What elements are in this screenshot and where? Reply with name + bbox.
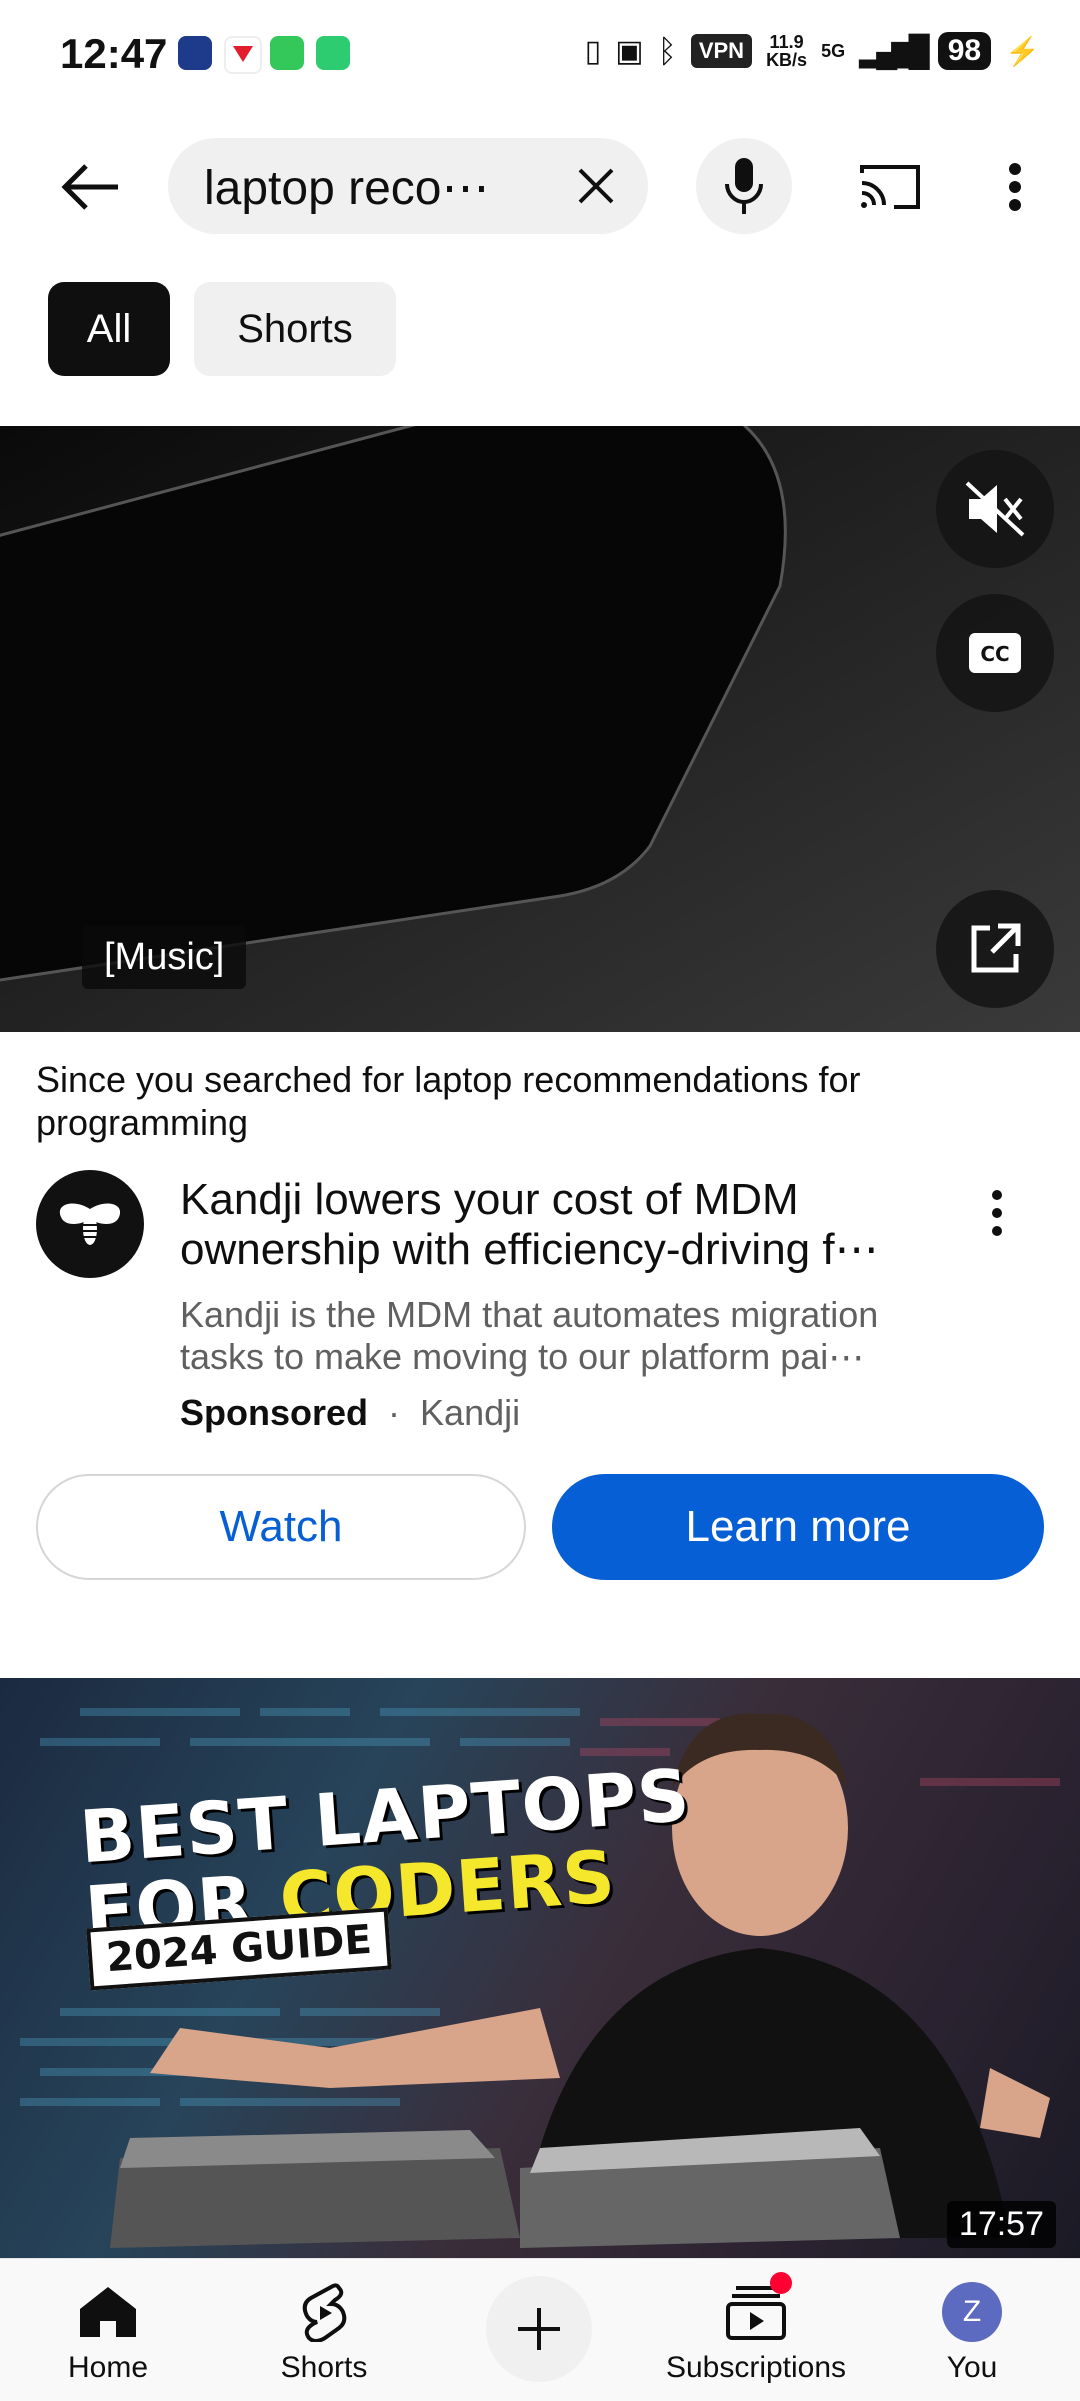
closed-captions-icon: CC	[969, 633, 1021, 673]
more-options-button[interactable]	[990, 150, 1040, 224]
cast-icon	[860, 165, 920, 209]
vibrate-icon: ▯	[584, 34, 602, 68]
voice-search-button[interactable]	[696, 138, 792, 234]
nav-home[interactable]: Home	[18, 2259, 198, 2401]
mute-button[interactable]	[936, 450, 1054, 568]
ad-description: Kandji is the MDM that automates migrati…	[180, 1294, 879, 1377]
user-avatar: Z	[942, 2282, 1002, 2342]
back-arrow-icon	[61, 164, 118, 210]
cast-button[interactable]	[850, 150, 930, 224]
nav-you-label: You	[946, 2351, 998, 2384]
watch-button[interactable]: Watch	[36, 1474, 526, 1580]
nav-subscriptions-label: Subscriptions	[665, 2351, 847, 2384]
app-notification-icon	[178, 36, 212, 70]
ad-title[interactable]: Kandji lowers your cost of MDM ownership…	[180, 1175, 940, 1275]
video-duration: 17:57	[946, 2201, 1056, 2248]
video-thumbnail[interactable]: BEST LAPTOPS FOR CODERS 2024 GUIDE 17:57	[0, 1678, 1080, 2258]
nav-shorts-label: Shorts	[280, 2351, 368, 2384]
network-speed: 11.9 KB/s	[766, 32, 808, 70]
microphone-icon	[725, 158, 763, 214]
video-caption: [Music]	[82, 926, 247, 989]
learn-more-button[interactable]: Learn more	[552, 1474, 1044, 1580]
nav-shorts[interactable]: Shorts	[234, 2259, 414, 2401]
search-reason: Since you searched for laptop recommenda…	[36, 1059, 861, 1143]
create-button[interactable]	[486, 2276, 592, 2382]
meta-separator: ·	[388, 1392, 401, 1433]
advertiser-name: Kandji	[420, 1392, 521, 1433]
search-box[interactable]: laptop reco⋯	[168, 138, 648, 234]
notification-dot	[770, 2272, 792, 2294]
battery-level: 98	[937, 32, 992, 70]
more-vert-icon	[992, 1190, 1002, 1236]
search-input[interactable]: laptop reco⋯	[204, 160, 504, 216]
advertiser-avatar[interactable]	[36, 1170, 144, 1278]
vpn-badge: VPN	[690, 34, 753, 68]
app-notification-icon	[270, 36, 304, 70]
status-icons: ▯ ▣ ᛒ VPN 11.9 KB/s 5G ▂▄▆█ 98 ⚡	[585, 32, 1040, 70]
captions-button[interactable]: CC	[936, 594, 1054, 712]
close-icon	[578, 168, 614, 204]
open-in-new-icon	[971, 923, 1021, 973]
chip-shorts[interactable]: Shorts	[194, 282, 396, 376]
nav-subscriptions[interactable]: Subscriptions	[666, 2259, 846, 2401]
nav-home-label: Home	[67, 2351, 149, 2384]
svg-text:CC: CC	[980, 642, 1009, 666]
shorts-icon	[302, 2283, 347, 2342]
ad-meta: Sponsored · Kandji	[180, 1392, 520, 1434]
sponsored-label: Sponsored	[180, 1392, 369, 1433]
nav-you[interactable]: Z You	[882, 2259, 1062, 2401]
home-icon	[80, 2287, 136, 2337]
back-button[interactable]	[50, 150, 130, 224]
ad-video-player[interactable]: CC [Music]	[0, 426, 1080, 1032]
kandji-bee-icon	[59, 1203, 121, 1245]
clear-search-button[interactable]	[568, 158, 624, 214]
app-notification-icon	[224, 36, 262, 74]
ad-more-button[interactable]	[970, 1180, 1020, 1250]
plus-icon	[518, 2308, 560, 2350]
network-type: 5G	[821, 40, 846, 61]
signal-icon: ▂▄▆█	[859, 34, 930, 68]
chip-all[interactable]: All	[48, 282, 170, 376]
more-vert-icon	[1009, 163, 1021, 211]
volume-off-icon	[965, 481, 1025, 537]
status-time: 12:47	[60, 30, 168, 77]
charging-icon: ⚡	[1005, 35, 1040, 67]
contact-icon: ▣	[615, 34, 644, 68]
open-external-button[interactable]	[936, 890, 1054, 1008]
bluetooth-icon: ᛒ	[657, 32, 677, 69]
status-bar: 12:47 ▯ ▣ ᛒ VPN 11.9 KB/s 5G ▂▄▆█ 98 ⚡	[0, 0, 1080, 110]
app-notification-icon	[316, 36, 350, 70]
